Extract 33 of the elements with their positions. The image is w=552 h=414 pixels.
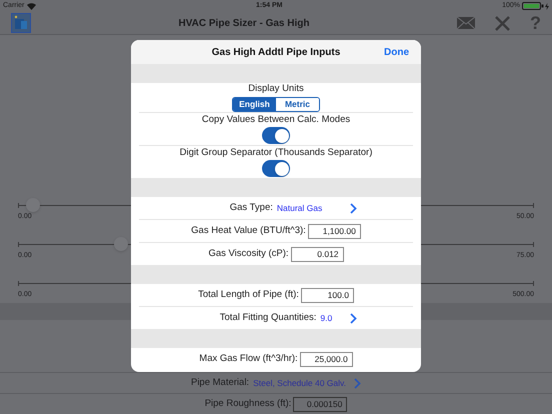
battery-icon <box>522 2 544 10</box>
toggle-switch[interactable] <box>262 160 290 177</box>
input-field[interactable]: 0.012 <box>290 246 344 262</box>
wifi-icon <box>27 2 36 10</box>
mail-icon[interactable] <box>457 17 475 29</box>
app-cube-icon[interactable] <box>11 13 31 33</box>
row-value[interactable]: Natural Gas <box>276 202 322 214</box>
charging-icon <box>545 2 549 10</box>
input-field[interactable]: 25,000.0 <box>300 352 353 366</box>
field-label: Max Gas Flow (ft^3/hr): <box>199 353 298 365</box>
field-label: Gas Viscosity (cP): <box>208 248 289 260</box>
done-button[interactable]: Done <box>384 44 409 60</box>
app-title: HVAC Pipe Sizer - Gas High <box>178 16 310 30</box>
segment-tab[interactable]: English <box>233 98 276 111</box>
toggle-label: Digit Group Separator (Thousands Separator) <box>180 147 372 159</box>
chevron-right-icon <box>350 312 357 324</box>
input-field[interactable]: 1,100.00 <box>308 224 361 238</box>
toggle-switch[interactable] <box>262 127 290 144</box>
field-label: Total Length of Pipe (ft): <box>198 289 299 301</box>
row-label: Gas Type: <box>230 202 273 214</box>
input-field[interactable]: 100.0 <box>300 288 354 302</box>
row-label: Pipe Material: <box>190 377 250 389</box>
modal-title: Gas High Addtl Pipe Inputs <box>212 46 340 60</box>
toggle-label: Copy Values Between Calc. Modes <box>202 114 350 126</box>
field-label: Pipe Roughness (ft): <box>204 398 292 410</box>
field-label: Gas Heat Value (BTU/ft^3): <box>191 225 306 237</box>
chevron-right-icon <box>350 202 357 214</box>
display-units-label: Display Units <box>248 83 304 95</box>
chevron-right-icon <box>354 378 362 388</box>
slider-thumb[interactable] <box>114 237 128 251</box>
row-label: Total Fitting Quantities: <box>220 312 316 324</box>
row-value[interactable]: 9.0 <box>320 312 332 324</box>
slider-thumb[interactable] <box>26 198 40 212</box>
